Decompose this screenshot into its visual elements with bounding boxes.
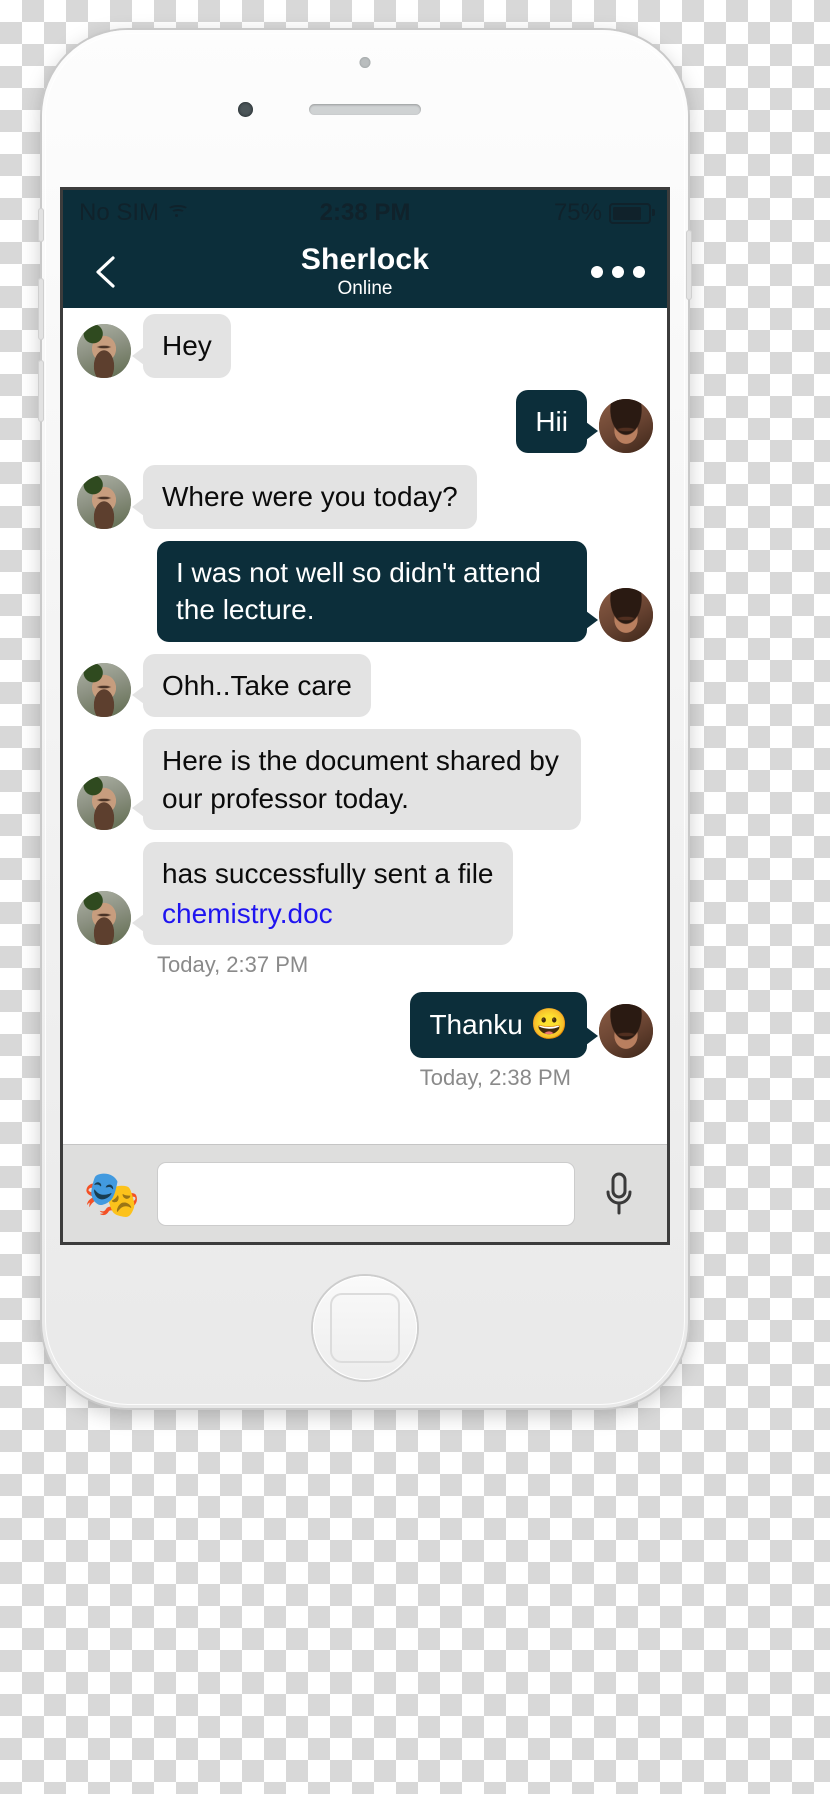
earpiece-speaker [309, 104, 421, 115]
front-camera-icon [238, 102, 253, 117]
message-timestamp: Today, 2:37 PM [157, 952, 309, 978]
contact-name: Sherlock [300, 242, 430, 276]
message-row: Ohh..Take care [77, 653, 653, 718]
dot [612, 266, 624, 278]
message-input-bar: 🎭 [63, 1144, 667, 1242]
contact-avatar [77, 776, 131, 831]
contact-avatar [77, 474, 131, 529]
grinning-face-emoji-icon: 😀 [530, 1008, 568, 1042]
message-row: Hii [77, 389, 653, 454]
status-bar-right: 75% [553, 199, 655, 227]
message-thread[interactable]: Hey Hii Where were you today? I was not … [63, 308, 667, 1144]
battery-percent-label: 75% [553, 199, 602, 226]
message-row: Hey [77, 314, 653, 378]
file-attachment-link[interactable]: chemistry.doc [162, 895, 494, 933]
theater-masks-icon[interactable]: 🎭 [81, 1166, 143, 1222]
dot [633, 266, 645, 278]
message-bubble[interactable]: Where were you today? [132, 465, 477, 529]
message-bubble[interactable]: Hey [132, 314, 231, 378]
more-options-icon[interactable] [591, 266, 645, 278]
battery-icon [609, 202, 655, 224]
message-row: Thanku 😀 [77, 992, 653, 1059]
message-row: Here is the document shared by our profe… [77, 729, 653, 831]
phone-screen: No SIM 2:38 PM 75% Sherlock Online Hey H… [63, 190, 667, 1242]
message-bubble[interactable]: Here is the document shared by our profe… [132, 729, 581, 831]
power-button[interactable] [686, 230, 692, 300]
message-row: Where were you today? [77, 465, 653, 529]
proximity-sensor [359, 57, 371, 68]
contact-avatar [77, 663, 131, 718]
contact-avatar [77, 891, 131, 946]
message-bubble[interactable]: Thanku 😀 [410, 992, 598, 1059]
conversation-header: Sherlock Online [63, 242, 667, 301]
user-avatar [599, 587, 653, 642]
file-message-bubble[interactable]: has successfully sent a file chemistry.d… [132, 842, 513, 946]
microphone-button[interactable] [589, 1164, 649, 1224]
chevron-left-icon [96, 256, 115, 288]
volume-up-button[interactable] [38, 278, 44, 340]
back-button[interactable] [85, 251, 127, 293]
user-avatar [599, 399, 653, 454]
microphone-icon [606, 1172, 632, 1214]
file-message-text: has successfully sent a file [162, 858, 494, 890]
message-input[interactable] [157, 1161, 575, 1226]
navigation-bar: Sherlock Online [63, 236, 667, 308]
contact-status: Online [337, 277, 393, 299]
contact-avatar [77, 323, 131, 378]
message-row-file: has successfully sent a file chemistry.d… [77, 842, 653, 946]
volume-down-button[interactable] [38, 360, 44, 422]
user-avatar [599, 1004, 653, 1059]
message-bubble[interactable]: Hii [516, 389, 598, 454]
message-bubble[interactable]: Ohh..Take care [132, 653, 371, 718]
mute-switch[interactable] [38, 208, 44, 242]
message-text: Thanku [429, 1009, 523, 1041]
status-bar: No SIM 2:38 PM 75% [63, 190, 667, 236]
home-button[interactable] [313, 1276, 417, 1380]
message-bubble[interactable]: I was not well so didn't attend the lect… [157, 540, 598, 642]
phone-device: No SIM 2:38 PM 75% Sherlock Online Hey H… [38, 30, 692, 1408]
message-timestamp: Today, 2:38 PM [419, 1065, 571, 1091]
dot [591, 266, 603, 278]
message-row: I was not well so didn't attend the lect… [77, 540, 653, 642]
